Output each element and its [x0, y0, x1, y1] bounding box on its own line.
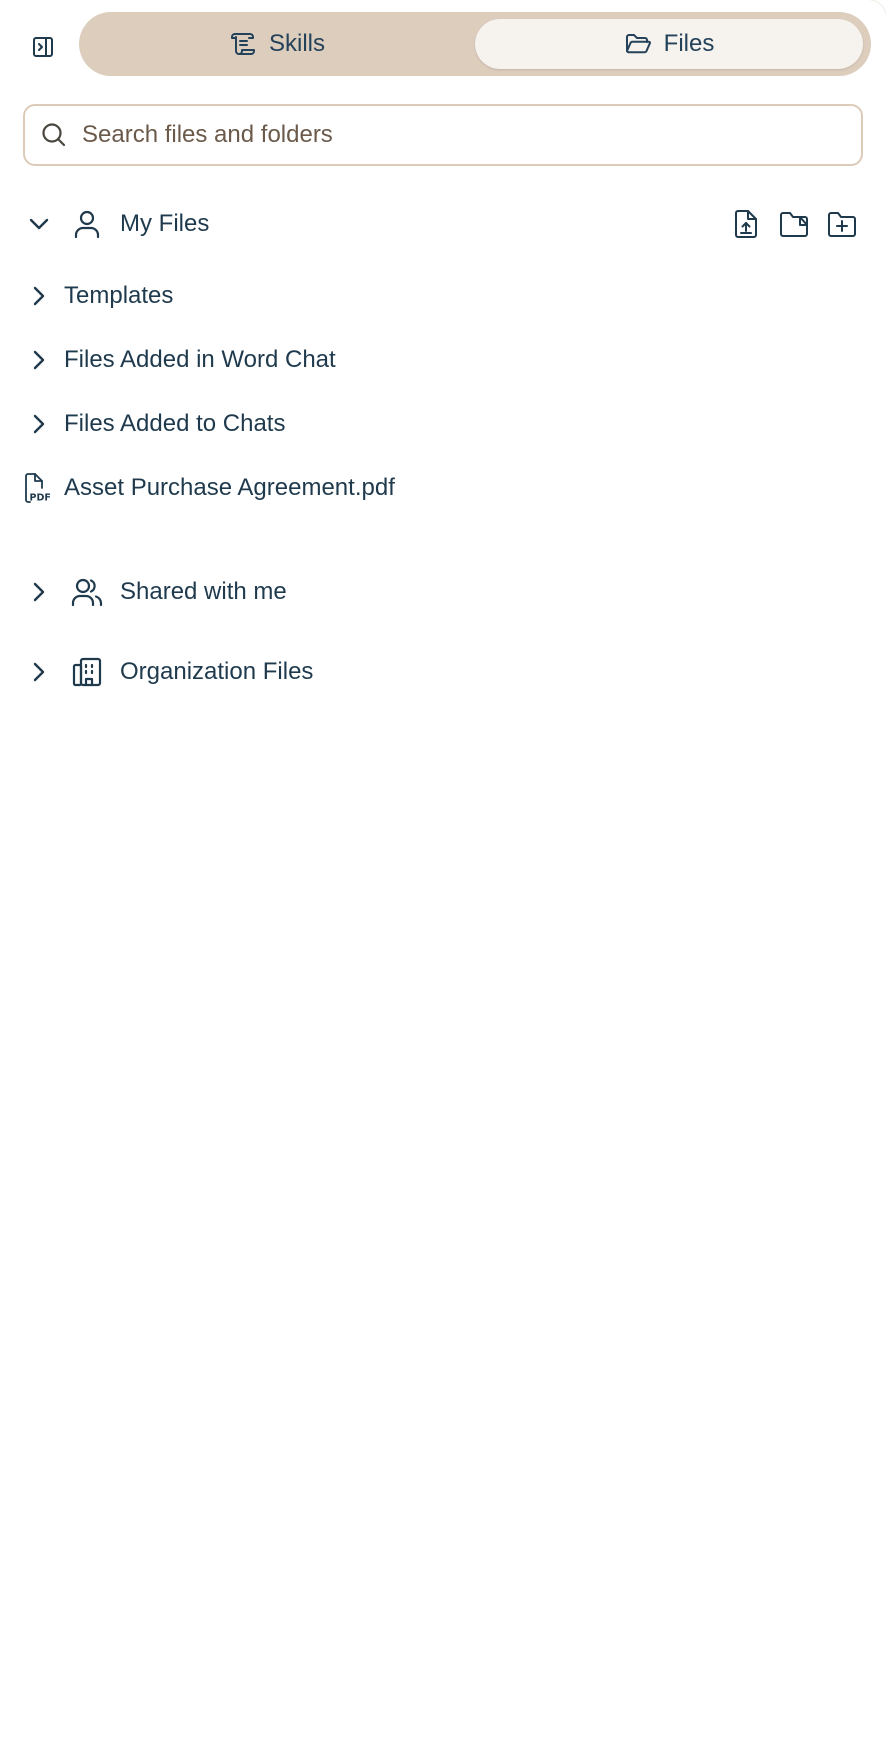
chevron-right-icon[interactable] [26, 347, 52, 373]
templates-label: Templates [64, 282, 174, 309]
svg-text:PDF: PDF [30, 493, 51, 504]
tree-item-templates[interactable]: Templates [0, 276, 886, 316]
sidebar-collapse-icon [32, 36, 54, 58]
search-input[interactable] [82, 121, 822, 149]
files-added-in-word-chat-label: Files Added in Word Chat [64, 346, 336, 373]
tab-skills[interactable]: Skills [87, 19, 467, 69]
search-icon [40, 121, 68, 149]
users-icon [70, 575, 104, 609]
tree-item-asset-purchase-agreement[interactable]: PDF Asset Purchase Agreement.pdf [0, 468, 886, 508]
my-files-label: My Files [120, 210, 210, 237]
folder-plus-icon [826, 210, 858, 238]
upload-file-button[interactable] [728, 206, 764, 242]
folder-open-icon [624, 30, 652, 58]
folder-upload-icon [778, 210, 810, 238]
shared-with-me-label: Shared with me [120, 578, 287, 605]
building-icon [70, 655, 104, 689]
tree-root-my-files[interactable]: My Files [0, 202, 886, 246]
tab-files-label: Files [663, 30, 715, 57]
files-added-to-chats-label: Files Added to Chats [64, 410, 286, 437]
collapse-sidebar-button[interactable] [22, 26, 64, 68]
chevron-right-icon[interactable] [26, 659, 52, 685]
new-folder-button[interactable] [824, 206, 860, 242]
chevron-right-icon[interactable] [26, 411, 52, 437]
tree-item-files-added-to-chats[interactable]: Files Added to Chats [0, 404, 886, 444]
files-panel: Skills Files Search files and folders My… [0, 0, 886, 1764]
tab-skills-label: Skills [268, 30, 325, 57]
chevron-down-icon[interactable] [26, 211, 52, 237]
tree-item-files-added-in-word-chat[interactable]: Files Added in Word Chat [0, 340, 886, 380]
organization-files-label: Organization Files [120, 658, 314, 685]
view-switcher: Skills Files [79, 12, 871, 76]
pdf-file-icon: PDF [22, 471, 54, 505]
upload-folder-button[interactable] [776, 206, 812, 242]
chevron-right-icon[interactable] [26, 283, 52, 309]
asset-purchase-agreement-label: Asset Purchase Agreement.pdf [64, 474, 395, 501]
file-upload-icon [733, 209, 759, 239]
chevron-right-icon[interactable] [26, 579, 52, 605]
search-box [23, 104, 863, 166]
tree-root-shared-with-me[interactable]: Shared with me [0, 570, 886, 614]
scroll-icon [229, 30, 257, 58]
tree-root-organization-files[interactable]: Organization Files [0, 650, 886, 694]
tab-files[interactable]: Files [475, 19, 863, 69]
user-icon [70, 207, 104, 241]
